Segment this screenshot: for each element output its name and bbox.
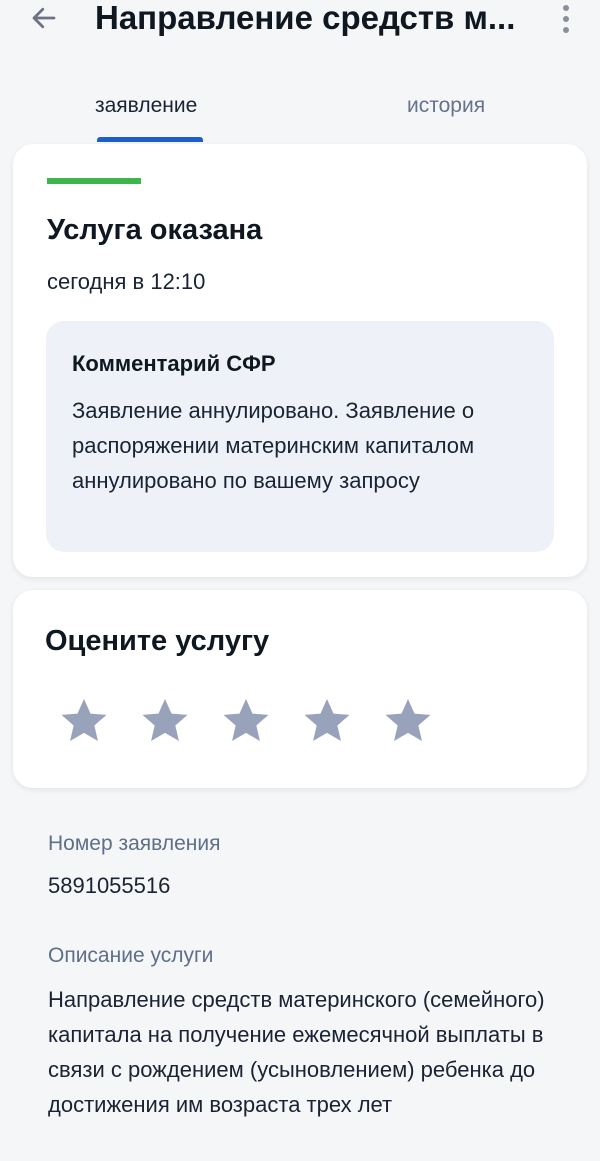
star-rating	[57, 694, 435, 750]
status-indicator-bar	[47, 178, 141, 184]
application-number: 5891055516	[48, 873, 171, 898]
service-description: Направление средств материнского (семейн…	[48, 987, 545, 1117]
comment-title: Комментарий СФР	[72, 351, 276, 376]
star-icon[interactable]	[381, 694, 435, 748]
service-description-label: Описание услуги	[48, 944, 214, 967]
more-vertical-icon	[563, 5, 569, 33]
status-time: сегодня в 12:10	[47, 269, 206, 294]
tab-bar: заявление история	[0, 78, 600, 144]
more-options-button[interactable]	[548, 0, 584, 38]
star-icon[interactable]	[219, 694, 273, 748]
tab-history[interactable]: история	[407, 94, 485, 118]
star-icon[interactable]	[138, 694, 192, 748]
application-number-label: Номер заявления	[48, 832, 221, 855]
page-title: Направление средств м...	[95, 0, 516, 36]
active-tab-indicator	[97, 137, 203, 142]
rating-title: Оцените услугу	[45, 625, 270, 657]
back-button[interactable]	[24, 0, 64, 36]
app-bar: Направление средств м...	[0, 0, 600, 40]
tab-application[interactable]: заявление	[95, 94, 197, 118]
comment-text: Заявление аннулировано. Заявление о расп…	[72, 398, 475, 493]
comment-box: Комментарий СФР Заявление аннулировано. …	[46, 321, 554, 552]
status-card: Услуга оказана сегодня в 12:10 Комментар…	[13, 144, 587, 577]
rating-card: Оцените услугу	[13, 590, 587, 788]
star-icon[interactable]	[300, 694, 354, 748]
star-icon[interactable]	[57, 694, 111, 748]
arrow-left-icon	[32, 7, 56, 29]
status-title: Услуга оказана	[47, 214, 263, 246]
